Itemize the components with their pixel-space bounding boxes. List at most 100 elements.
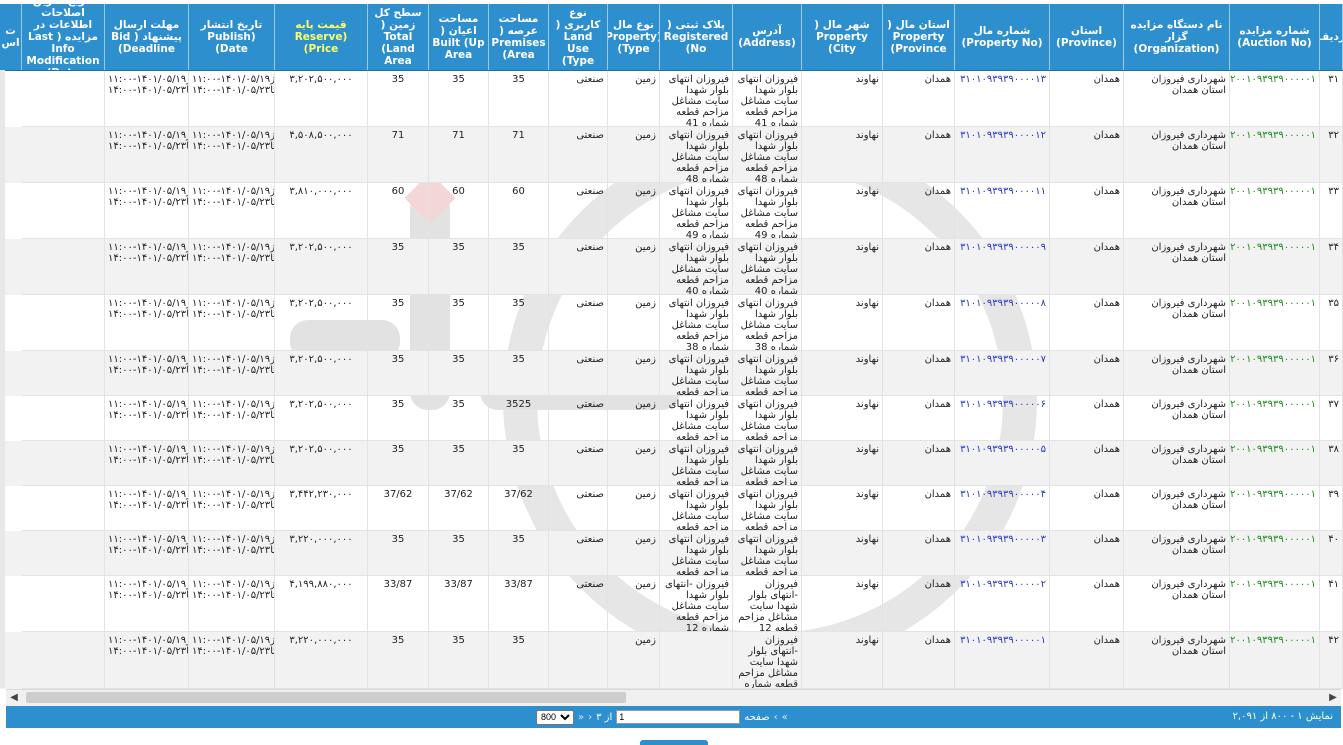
cell-auction-no[interactable]: ۲۰۰۱۰۹۳۹۳۹۰۰۰۰۰۱ bbox=[1230, 295, 1320, 351]
cell-property-no[interactable]: ۳۱۰۱۰۹۳۹۳۹۰۰۰۰۱۱ bbox=[955, 183, 1050, 239]
cell-land-use: صنعتی bbox=[549, 486, 608, 531]
cell-registered-no: فیروزان انتهای بلوار شهدا سایت مشاغل مزا… bbox=[660, 396, 733, 441]
cell-org: شهرداری فیروزان استان همدان bbox=[1124, 239, 1230, 295]
column-header-built-up-area[interactable]: مساحت اعیان ( Built (Up Area bbox=[429, 4, 489, 70]
scroll-right-icon[interactable]: ▶ bbox=[1325, 690, 1341, 706]
column-header-row[interactable]: ردیف bbox=[1320, 4, 1343, 70]
cell-property-no[interactable]: ۳۱۰۱۰۹۳۹۳۹۰۰۰۰۱۳ bbox=[955, 71, 1050, 127]
cell-property-no[interactable]: ۳۱۰۱۰۹۳۹۳۹۰۰۰۰۰۵ bbox=[955, 441, 1050, 486]
cell-address: فیروزان انتهای بلوار شهدا سایت مشاغل مزا… bbox=[733, 295, 802, 351]
cell-property-no[interactable]: ۳۱۰۱۰۹۳۹۳۹۰۰۰۰۰۶ bbox=[955, 396, 1050, 441]
table-row[interactable]: ۳۹ ۲۰۰۱۰۹۳۹۳۹۰۰۰۰۰۱ شهرداری فیروزان استان … bbox=[0, 486, 1343, 531]
table-row[interactable]: ۳۱ ۲۰۰۱۰۹۳۹۳۹۰۰۰۰۰۱ شهرداری فیروزان استان … bbox=[0, 71, 1343, 127]
horizontal-scrollbar[interactable]: ◀ ▶ bbox=[6, 689, 1341, 706]
cell-row: ۳۷ bbox=[1320, 396, 1343, 441]
table-row[interactable]: ۳۷ ۲۰۰۱۰۹۳۹۳۹۰۰۰۰۰۱ شهرداری فیروزان استان … bbox=[0, 396, 1343, 441]
cell-property-no[interactable]: ۳۱۰۱۰۹۳۹۳۹۰۰۰۰۰۳ bbox=[955, 531, 1050, 576]
column-header-property-type[interactable]: نوع مال (Property (Type bbox=[608, 4, 660, 70]
column-header-address[interactable]: آدرس (Address) bbox=[733, 4, 802, 70]
cell-row: ۴۲ bbox=[1320, 632, 1343, 689]
cell-built-up-area: 37/62 bbox=[429, 486, 489, 531]
cell-auction-no[interactable]: ۲۰۰۱۰۹۳۹۳۹۰۰۰۰۰۱ bbox=[1230, 441, 1320, 486]
cell-property-no[interactable]: ۳۱۰۱۰۹۳۹۳۹۰۰۰۰۰۲ bbox=[955, 576, 1050, 632]
cell-auction-no[interactable]: ۲۰۰۱۰۹۳۹۳۹۰۰۰۰۰۱ bbox=[1230, 486, 1320, 531]
cell-built-up-area: 35 bbox=[429, 295, 489, 351]
cell-property-no[interactable]: ۳۱۰۱۰۹۳۹۳۹۰۰۰۰۰۴ bbox=[955, 486, 1050, 531]
column-header-bid-deadline[interactable]: مهلت ارسال پیشنهاد ( Bid (Deadline bbox=[105, 4, 189, 70]
cell-property-type: زمین bbox=[608, 183, 660, 239]
table-row[interactable]: ۳۳ ۲۰۰۱۰۹۳۹۳۹۰۰۰۰۰۱ شهرداری فیروزان استان … bbox=[0, 183, 1343, 239]
table-row[interactable]: ۳۲ ۲۰۰۱۰۹۳۹۳۹۰۰۰۰۰۱ شهرداری فیروزان استان … bbox=[0, 127, 1343, 183]
cell-auction-no[interactable]: ۲۰۰۱۰۹۳۹۳۹۰۰۰۰۰۱ bbox=[1230, 239, 1320, 295]
cell-property-province: همدان bbox=[883, 486, 955, 531]
cell-bid-deadline: از۱۴۰۱/۰۵/۱۹-۱۱:۰۰ تا۱۴۰۱/۰۵/۲۳-۱۴:۰۰ bbox=[105, 295, 189, 351]
cell-auction-no[interactable]: ۲۰۰۱۰۹۳۹۳۹۰۰۰۰۰۱ bbox=[1230, 183, 1320, 239]
cell-property-no[interactable]: ۳۱۰۱۰۹۳۹۳۹۰۰۰۰۰۹ bbox=[955, 239, 1050, 295]
cell-property-no[interactable]: ۳۱۰۱۰۹۳۹۳۹۰۰۰۰۰۸ bbox=[955, 295, 1050, 351]
cell-org: شهرداری فیروزان استان همدان bbox=[1124, 576, 1230, 632]
cell-premises-area: 71 bbox=[489, 127, 549, 183]
cell-property-type: زمین bbox=[608, 576, 660, 632]
column-header-publish-date[interactable]: تاریخ انتشار (Publish Date) bbox=[189, 4, 275, 70]
cell-auction-no[interactable]: ۲۰۰۱۰۹۳۹۳۹۰۰۰۰۰۱ bbox=[1230, 71, 1320, 127]
cell-premises-area: 60 bbox=[489, 183, 549, 239]
cell-registered-no: فیروزان انتهای بلوار شهدا سایت مشاغل مزا… bbox=[660, 71, 733, 127]
cell-property-city: نهاوند bbox=[802, 396, 883, 441]
cell-registered-no bbox=[660, 632, 733, 689]
cell-auction-no[interactable]: ۲۰۰۱۰۹۳۹۳۹۰۰۰۰۰۱ bbox=[1230, 576, 1320, 632]
cell-reserve-price: ۳,۲۲۰,۰۰۰,۰۰۰ bbox=[275, 531, 368, 576]
table-row[interactable]: ۳۸ ۲۰۰۱۰۹۳۹۳۹۰۰۰۰۰۱ شهرداری فیروزان استان … bbox=[0, 441, 1343, 486]
cell-land-use: صنعتی bbox=[549, 127, 608, 183]
cell-property-city: نهاوند bbox=[802, 486, 883, 531]
scroll-left-icon[interactable]: ◀ bbox=[6, 690, 22, 706]
cell-org: شهرداری فیروزان استان همدان bbox=[1124, 71, 1230, 127]
column-header-last-mod[interactable]: تاریخ آخرین اصلاحات اطلاعات در مزایده ( … bbox=[22, 4, 105, 70]
cell-province: همدان bbox=[1050, 183, 1124, 239]
bottom-action-button[interactable] bbox=[640, 740, 708, 745]
auction-grid: ردیفشماره مزایده (Auction No)نام دستگاه … bbox=[0, 0, 1343, 745]
cell-auction-no[interactable]: ۲۰۰۱۰۹۳۹۳۹۰۰۰۰۰۱ bbox=[1230, 632, 1320, 689]
table-row[interactable]: ۳۶ ۲۰۰۱۰۹۳۹۳۹۰۰۰۰۰۱ شهرداری فیروزان استان … bbox=[0, 351, 1343, 396]
column-header-property-province[interactable]: استان مال ( Property (Province bbox=[883, 4, 955, 70]
cell-property-type: زمین bbox=[608, 295, 660, 351]
cell-province: همدان bbox=[1050, 576, 1124, 632]
first-page-button[interactable]: « bbox=[782, 712, 788, 723]
cell-auction-no[interactable]: ۲۰۰۱۰۹۳۹۳۹۰۰۰۰۰۱ bbox=[1230, 396, 1320, 441]
cell-org: شهرداری فیروزان استان همدان bbox=[1124, 183, 1230, 239]
column-header-total-land-area[interactable]: سطح کل زمین ( Total (Land Area bbox=[368, 4, 429, 70]
table-row[interactable]: ۴۱ ۲۰۰۱۰۹۳۹۳۹۰۰۰۰۰۱ شهرداری فیروزان استان … bbox=[0, 576, 1343, 632]
cell-property-no[interactable]: ۳۱۰۱۰۹۳۹۳۹۰۰۰۰۰۷ bbox=[955, 351, 1050, 396]
cell-province: همدان bbox=[1050, 295, 1124, 351]
column-header-property-no[interactable]: شماره مال (Property No) bbox=[955, 4, 1050, 70]
column-header-property-city[interactable]: شهر مال ( Property (City bbox=[802, 4, 883, 70]
page-number-input[interactable] bbox=[616, 710, 741, 724]
prev-page-button[interactable]: ‹ bbox=[774, 712, 778, 723]
scroll-thumb[interactable] bbox=[26, 692, 626, 703]
column-header-extra[interactable]: ت اس bbox=[0, 4, 22, 70]
cell-last-mod bbox=[22, 576, 105, 632]
cell-org: شهرداری فیروزان استان همدان bbox=[1124, 127, 1230, 183]
cell-property-no[interactable]: ۳۱۰۱۰۹۳۹۳۹۰۰۰۰۰۱ bbox=[955, 632, 1050, 689]
cell-property-no[interactable]: ۳۱۰۱۰۹۳۹۳۹۰۰۰۰۱۲ bbox=[955, 127, 1050, 183]
cell-auction-no[interactable]: ۲۰۰۱۰۹۳۹۳۹۰۰۰۰۰۱ bbox=[1230, 351, 1320, 396]
column-header-org[interactable]: نام دستگاه مزایده گزار (Organization) bbox=[1124, 4, 1230, 70]
column-header-province[interactable]: استان (Province) bbox=[1050, 4, 1124, 70]
table-row[interactable]: ۴۲ ۲۰۰۱۰۹۳۹۳۹۰۰۰۰۰۱ شهرداری فیروزان استان … bbox=[0, 632, 1343, 689]
cell-auction-no[interactable]: ۲۰۰۱۰۹۳۹۳۹۰۰۰۰۰۱ bbox=[1230, 531, 1320, 576]
table-row[interactable]: ۴۰ ۲۰۰۱۰۹۳۹۳۹۰۰۰۰۰۱ شهرداری فیروزان استان … bbox=[0, 531, 1343, 576]
cell-last-mod bbox=[22, 441, 105, 486]
column-header-registered-no[interactable]: پلاک ثبتی ( Registered (No bbox=[660, 4, 733, 70]
table-row[interactable]: ۳۵ ۲۰۰۱۰۹۳۹۳۹۰۰۰۰۰۱ شهرداری فیروزان استان … bbox=[0, 295, 1343, 351]
table-row[interactable]: ۳۴ ۲۰۰۱۰۹۳۹۳۹۰۰۰۰۰۱ شهرداری فیروزان استان … bbox=[0, 239, 1343, 295]
page-size-select[interactable]: 800 bbox=[536, 709, 574, 725]
vertical-scrollbar[interactable] bbox=[0, 70, 5, 688]
column-header-auction-no[interactable]: شماره مزایده (Auction No) bbox=[1230, 4, 1320, 70]
cell-land-use: صنعتی bbox=[549, 239, 608, 295]
column-header-land-use[interactable]: نوع کاربری ( Land Use (Type bbox=[549, 4, 608, 70]
last-page-button[interactable]: » bbox=[578, 712, 584, 723]
column-header-premises-area[interactable]: مساحت عرصه ( Premises (Area bbox=[489, 4, 549, 70]
column-header-reserve-price[interactable]: قیمت پایه (Reserve Price) bbox=[275, 4, 368, 70]
cell-auction-no[interactable]: ۲۰۰۱۰۹۳۹۳۹۰۰۰۰۰۱ bbox=[1230, 127, 1320, 183]
next-page-button[interactable]: › bbox=[588, 712, 592, 723]
cell-property-province: همدان bbox=[883, 183, 955, 239]
